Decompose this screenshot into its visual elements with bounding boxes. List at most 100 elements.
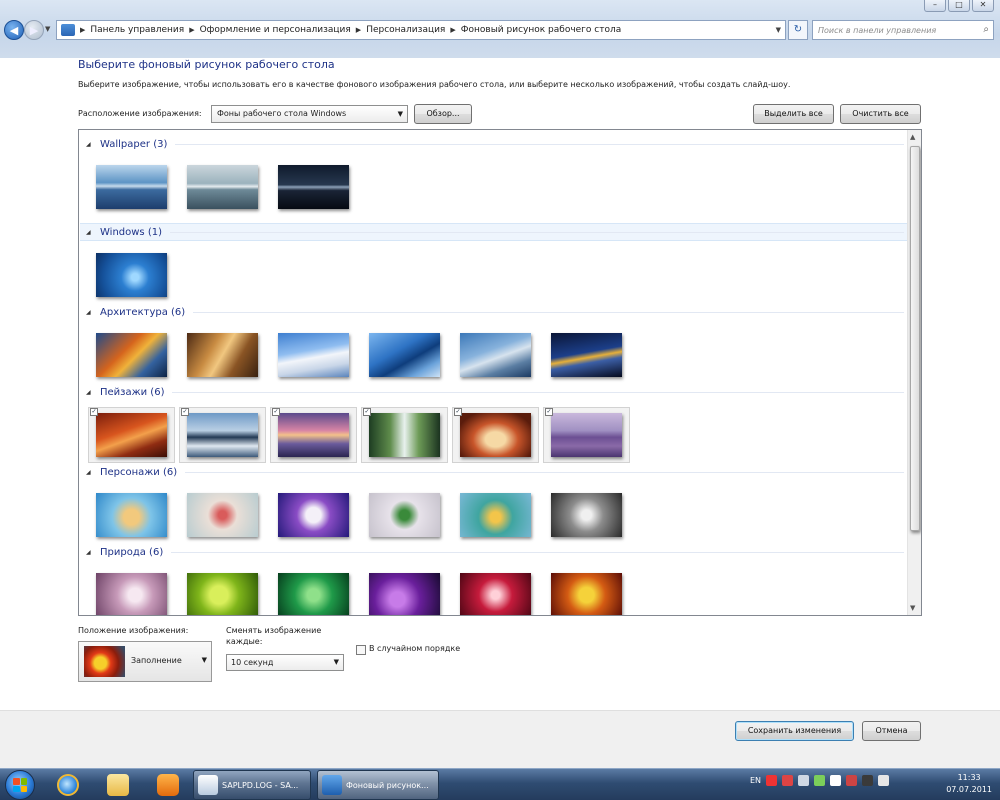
- wallpaper-thumbnail[interactable]: ✓: [272, 408, 349, 457]
- wallpaper-thumbnail[interactable]: [460, 493, 531, 537]
- flag-icon[interactable]: [766, 775, 778, 786]
- scrollbar-thumb[interactable]: [910, 146, 920, 531]
- chevron-right-icon[interactable]: ▶: [189, 26, 194, 34]
- group-header[interactable]: ◢ Персонажи (6): [80, 463, 908, 481]
- wallpaper-thumbnail[interactable]: [551, 493, 622, 537]
- wallpaper-thumbnail[interactable]: [369, 333, 440, 377]
- tray-app-icon[interactable]: [830, 775, 842, 786]
- checkbox-icon[interactable]: ✓: [545, 408, 553, 416]
- shuffle-label[interactable]: В случайном порядке: [369, 644, 460, 653]
- select-all-button[interactable]: Выделить все: [753, 104, 834, 124]
- shuffle-checkbox[interactable]: [356, 645, 366, 655]
- wallpaper-thumbnail[interactable]: [187, 333, 258, 377]
- wallpaper-thumbnail[interactable]: ✓: [363, 408, 440, 457]
- clock[interactable]: 11:33 07.07.2011: [946, 772, 992, 796]
- checkbox-icon[interactable]: ✓: [181, 408, 189, 416]
- wallpaper-thumbnail[interactable]: ✓: [545, 408, 622, 457]
- minimize-button[interactable]: –: [924, 0, 946, 12]
- wallpaper-thumbnail[interactable]: [278, 573, 349, 615]
- wallpaper-thumbnail[interactable]: ✓: [181, 408, 258, 457]
- battery-icon[interactable]: [814, 775, 826, 786]
- collapse-triangle-icon[interactable]: ◢: [86, 229, 96, 236]
- wallpaper-list[interactable]: ◢ Wallpaper (3) ◢ Windows (1) ◢ Архитектура (…: [78, 129, 922, 616]
- group-header[interactable]: ◢ Архитектура (6): [80, 303, 908, 321]
- vertical-scrollbar[interactable]: ▲ ▼: [907, 130, 921, 615]
- scroll-down-icon[interactable]: ▼: [910, 604, 915, 612]
- wallpaper-thumbnail[interactable]: [96, 573, 167, 615]
- close-button[interactable]: ✕: [972, 0, 994, 12]
- network-icon[interactable]: [798, 775, 810, 786]
- wallpaper-thumbnail[interactable]: [96, 253, 167, 297]
- wallpaper-thumbnail[interactable]: ✓: [90, 408, 167, 457]
- collapse-triangle-icon[interactable]: ◢: [86, 389, 96, 396]
- taskbar-explorer[interactable]: [98, 771, 138, 799]
- chevron-right-icon[interactable]: ▶: [356, 26, 361, 34]
- interval-select[interactable]: 10 секунд ▼: [226, 654, 344, 671]
- tray-app-icon[interactable]: [862, 775, 874, 786]
- wallpaper-thumbnail[interactable]: [187, 493, 258, 537]
- wallpaper-thumbnail[interactable]: [187, 165, 258, 209]
- breadcrumb-control-panel[interactable]: Панель управления: [90, 25, 184, 35]
- wallpaper-thumbnail[interactable]: [96, 165, 167, 209]
- group-header[interactable]: ◢ Windows (1): [80, 223, 908, 241]
- maximize-button[interactable]: □: [948, 0, 970, 12]
- wallpaper-thumbnail[interactable]: ✓: [454, 408, 531, 457]
- taskbar-item-desktop-background[interactable]: Фоновый рисунок...: [317, 770, 439, 800]
- browse-button[interactable]: Обзор...: [414, 104, 472, 124]
- start-button[interactable]: [5, 770, 35, 800]
- group-header[interactable]: ◢ Wallpaper (3): [80, 135, 908, 153]
- search-input[interactable]: Поиск в панели управления ⌕: [812, 20, 994, 40]
- checkbox-icon[interactable]: ✓: [272, 408, 280, 416]
- cancel-button[interactable]: Отмена: [862, 721, 921, 741]
- wallpaper-thumbnail[interactable]: [187, 573, 258, 615]
- taskbar-item-saplpd[interactable]: SAPLPD.LOG - SA...: [193, 770, 311, 800]
- wallpaper-thumbnail[interactable]: [96, 333, 167, 377]
- checkbox-icon[interactable]: ✓: [363, 408, 371, 416]
- wallpaper-thumbnail[interactable]: [551, 573, 622, 615]
- wallpaper-thumbnail[interactable]: [278, 165, 349, 209]
- checkbox-icon[interactable]: ✓: [454, 408, 462, 416]
- chevron-down-icon[interactable]: ▼: [776, 26, 781, 34]
- collapse-triangle-icon[interactable]: ◢: [86, 309, 96, 316]
- breadcrumb-desktop-background[interactable]: Фоновый рисунок рабочего стола: [461, 25, 622, 35]
- taskbar: SAPLPD.LOG - SA... Фоновый рисунок... EN…: [0, 768, 1000, 800]
- search-icon[interactable]: ⌕: [983, 24, 989, 35]
- taskbar-media-player[interactable]: [148, 771, 188, 799]
- wallpaper-thumbnail[interactable]: [369, 493, 440, 537]
- windows-logo-icon: [13, 778, 27, 792]
- checkbox-icon[interactable]: ✓: [90, 408, 98, 416]
- breadcrumb-personalization[interactable]: Персонализация: [366, 25, 445, 35]
- wallpaper-thumbnail[interactable]: [369, 573, 440, 615]
- position-select[interactable]: Заполнение ▼: [78, 641, 212, 682]
- recent-pages-dropdown[interactable]: ▼: [45, 25, 50, 33]
- breadcrumb[interactable]: ▶ Панель управления ▶ Оформление и персо…: [56, 20, 786, 40]
- scroll-up-icon[interactable]: ▲: [910, 133, 915, 141]
- group-header[interactable]: ◢ Природа (6): [80, 543, 908, 561]
- back-button[interactable]: ◀: [4, 20, 24, 40]
- location-select[interactable]: Фоны рабочего стола Windows ▼: [211, 105, 408, 123]
- wallpaper-thumbnail[interactable]: [460, 573, 531, 615]
- collapse-triangle-icon[interactable]: ◢: [86, 469, 96, 476]
- collapse-triangle-icon[interactable]: ◢: [86, 141, 96, 148]
- wallpaper-thumbnail[interactable]: [96, 493, 167, 537]
- save-button[interactable]: Сохранить изменения: [735, 721, 854, 741]
- volume-icon[interactable]: [878, 775, 890, 786]
- taskbar-ie[interactable]: [48, 771, 88, 799]
- group-header[interactable]: ◢ Пейзажи (6): [80, 383, 908, 401]
- wallpaper-thumbnail[interactable]: [551, 333, 622, 377]
- language-indicator[interactable]: EN: [750, 776, 761, 785]
- wallpaper-group: ◢ Пейзажи (6) ✓ ✓ ✓ ✓ ✓ ✓: [80, 383, 908, 463]
- wallpaper-thumbnail[interactable]: [278, 333, 349, 377]
- speaker-mute-icon[interactable]: [782, 775, 794, 786]
- arrow-left-icon: ◀: [9, 23, 19, 37]
- clear-all-button[interactable]: Очистить все: [840, 104, 921, 124]
- wallpaper-thumbnail[interactable]: [278, 493, 349, 537]
- wallpaper-thumbnail[interactable]: [460, 333, 531, 377]
- collapse-triangle-icon[interactable]: ◢: [86, 549, 96, 556]
- security-icon[interactable]: [846, 775, 858, 786]
- chevron-right-icon[interactable]: ▶: [80, 26, 85, 34]
- forward-button[interactable]: ▶: [24, 20, 44, 40]
- refresh-button[interactable]: ↻: [788, 20, 808, 40]
- breadcrumb-appearance[interactable]: Оформление и персонализация: [200, 25, 351, 35]
- chevron-right-icon[interactable]: ▶: [450, 26, 455, 34]
